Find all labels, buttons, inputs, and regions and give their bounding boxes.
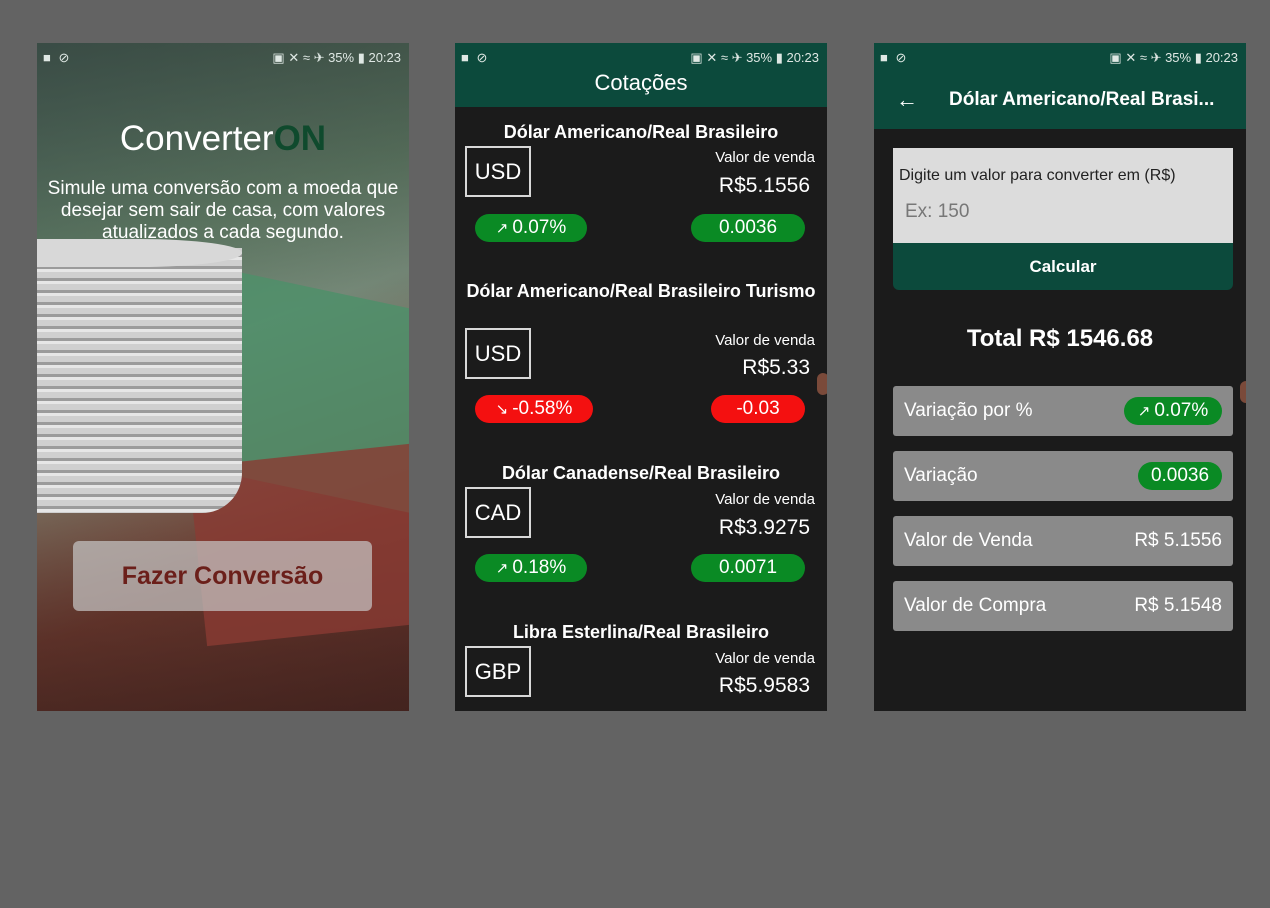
- sale-label: Valor de venda: [715, 491, 815, 508]
- row-valor-venda: Valor de Venda R$ 5.1556: [893, 516, 1233, 566]
- change-badge: 0.0036: [1138, 462, 1222, 490]
- status-bar: ■ ⊘ ▣ ✕ ≈ ✈ 35% ▮ 20:23: [455, 43, 827, 71]
- status-right-info: ▣ ✕ ≈ ✈ 35% ▮ 20:23: [272, 50, 401, 65]
- trend-up-icon: ↗: [495, 220, 509, 237]
- status-bar: ■ ⊘ ▣ ✕ ≈ ✈ 35% ▮ 20:23: [874, 43, 1246, 71]
- row-variacao-pct: Variação por % ↗ 0.07%: [893, 386, 1233, 436]
- amount-input-field[interactable]: Ex: 150: [905, 201, 969, 223]
- pct-badge: ↗ 0.07%: [475, 214, 587, 242]
- sale-price: R$5.33: [742, 356, 810, 379]
- page-title: Cotações: [594, 70, 688, 95]
- row-variacao: Variação 0.0036: [893, 451, 1233, 501]
- calcular-button[interactable]: Calcular: [893, 243, 1233, 290]
- sale-label: Valor de venda: [715, 650, 815, 667]
- pct-value: -0.58%: [512, 398, 573, 419]
- sale-label: Valor de venda: [715, 332, 815, 349]
- page-title: Dólar Americano/Real Brasi...: [949, 89, 1215, 110]
- status-right-info: ▣ ✕ ≈ ✈ 35% ▮ 20:23: [1109, 50, 1238, 65]
- sale-price: R$3.9275: [718, 516, 810, 539]
- logo-bold: ON: [273, 119, 327, 158]
- quote-name: Libra Esterlina/Real Brasileiro: [512, 622, 770, 642]
- sale-price: R$5.1556: [718, 174, 810, 197]
- quote-name: Dólar Americano/Real Brasileiro: [503, 122, 779, 142]
- change-badge: 0.0071: [691, 554, 805, 582]
- change-badge: 0.0036: [691, 214, 805, 242]
- sale-price: R$5.9583: [718, 674, 810, 697]
- trend-up-icon: ↗: [1137, 403, 1151, 420]
- coin-stack-image: [37, 248, 242, 513]
- row-value: 0.07%: [1154, 400, 1209, 421]
- total-value: Total R$ 1546.68: [966, 325, 1154, 352]
- conversion-screen: ← Dólar Americano/Real Brasi... ■ ⊘ ▣ ✕ …: [874, 43, 1246, 711]
- status-left-icons: ■ ⊘: [43, 50, 72, 65]
- currency-code: USD: [465, 146, 531, 197]
- sale-label: Valor de venda: [715, 149, 815, 166]
- row-valor-compra: Valor de Compra R$ 5.1548: [893, 581, 1233, 631]
- status-left-icons: ■ ⊘: [461, 50, 490, 65]
- quote-name: Dólar Americano/Real Brasileiro Turismo: [466, 281, 816, 301]
- app-logo: ConverterON: [37, 119, 409, 159]
- pct-badge: ↘ -0.58%: [475, 395, 593, 423]
- quotes-screen: Cotações ■ ⊘ ▣ ✕ ≈ ✈ 35% ▮ 20:23 Dólar A…: [455, 43, 827, 711]
- pct-value: 0.07%: [512, 217, 567, 238]
- tagline: Simule uma conversão com a moeda que des…: [47, 178, 399, 243]
- scroll-handle[interactable]: [817, 373, 827, 395]
- change-badge: -0.03: [711, 395, 805, 423]
- status-right-info: ▣ ✕ ≈ ✈ 35% ▮ 20:23: [690, 50, 819, 65]
- pct-badge: ↗ 0.18%: [475, 554, 587, 582]
- quote-name: Dólar Canadense/Real Brasileiro: [501, 463, 781, 483]
- amount-input-box[interactable]: Digite um valor para converter em (R$) E…: [893, 148, 1233, 243]
- fazer-conversao-button[interactable]: Fazer Conversão: [73, 541, 372, 611]
- row-label: Variação: [904, 465, 978, 486]
- row-label: Valor de Compra: [904, 595, 1047, 616]
- quote-card-cad[interactable]: Dólar Canadense/Real Brasileiro CAD Valo…: [455, 447, 827, 610]
- currency-code: CAD: [465, 487, 531, 538]
- currency-code: USD: [465, 328, 531, 379]
- quote-card-usd[interactable]: Dólar Americano/Real Brasileiro USD Valo…: [455, 107, 827, 267]
- row-value: R$ 5.1548: [1134, 595, 1222, 616]
- amount-input-label: Digite um valor para converter em (R$): [899, 167, 1176, 184]
- row-value: R$ 5.1556: [1134, 530, 1222, 551]
- quote-card-usd-turismo[interactable]: Dólar Americano/Real Brasileiro Turismo …: [455, 264, 827, 450]
- arrow-left-icon[interactable]: ←: [896, 87, 918, 113]
- trend-down-icon: ↘: [495, 401, 509, 418]
- row-label: Variação por %: [904, 400, 1033, 421]
- status-left-icons: ■ ⊘: [880, 50, 909, 65]
- trend-up-icon: ↗: [495, 560, 509, 577]
- splash-screen: ■ ⊘ ▣ ✕ ≈ ✈ 35% ▮ 20:23 ConverterON Simu…: [37, 43, 409, 711]
- quote-card-gbp[interactable]: Libra Esterlina/Real Brasileiro GBP Valo…: [455, 607, 827, 711]
- pct-badge: ↗ 0.07%: [1124, 397, 1222, 425]
- pct-value: 0.18%: [512, 557, 567, 578]
- status-bar: ■ ⊘ ▣ ✕ ≈ ✈ 35% ▮ 20:23: [37, 43, 409, 71]
- scroll-handle[interactable]: [1240, 381, 1246, 403]
- row-label: Valor de Venda: [904, 530, 1033, 551]
- currency-code: GBP: [465, 646, 531, 697]
- logo-plain: Converter: [119, 119, 274, 158]
